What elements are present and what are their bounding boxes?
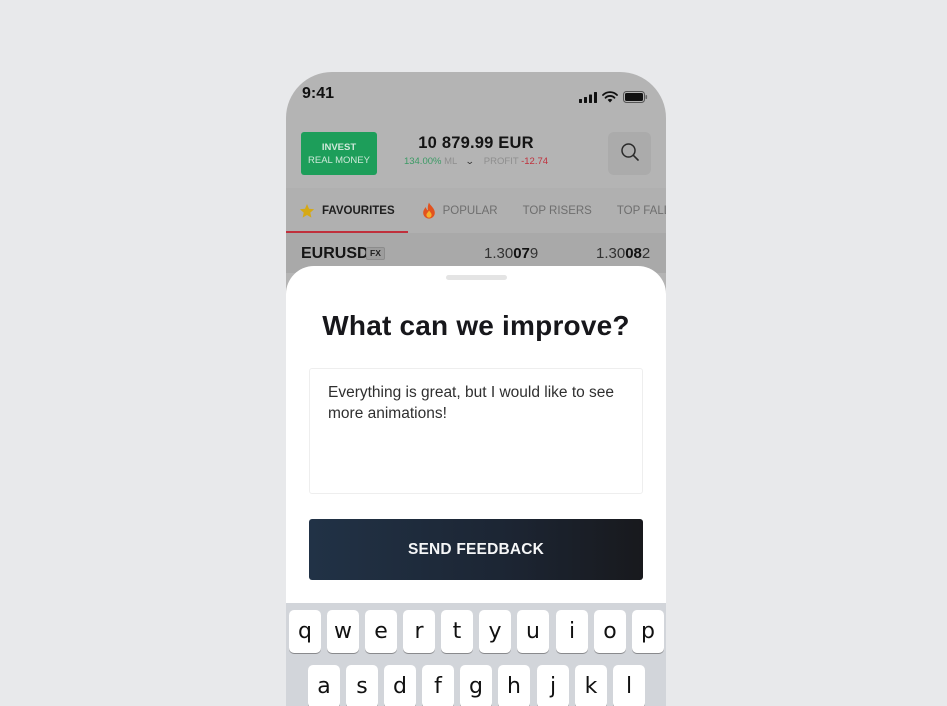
ask-price-pips: 08: [625, 245, 642, 262]
profit-value: -12.74: [521, 156, 549, 167]
instrument-type-badge: FX: [366, 247, 385, 260]
balance-details: 134.00% ML ⌄ PROFIT -12.74: [396, 156, 556, 167]
wifi-icon: [602, 88, 618, 107]
tab-top-risers[interactable]: TOP RISERS: [523, 188, 592, 233]
tab-label: POPULAR: [442, 204, 498, 217]
tab-favourites[interactable]: FAVOURITES: [286, 188, 408, 233]
chevron-down-icon[interactable]: ⌄: [464, 156, 474, 167]
bid-price-suffix: 9: [529, 245, 539, 262]
key-e[interactable]: e: [365, 610, 397, 653]
margin-level-label: ML: [444, 156, 457, 167]
key-j[interactable]: j: [537, 665, 569, 706]
cellular-signal-icon: [579, 88, 597, 107]
search-icon: [620, 142, 640, 166]
key-t[interactable]: t: [441, 610, 473, 653]
real-money-label: REAL MONEY: [308, 154, 370, 166]
status-icons: [579, 88, 648, 107]
category-tabs: FAVOURITES POPULAR TOP RISERS TOP FALLER…: [286, 188, 666, 233]
sheet-grabber-handle[interactable]: [446, 275, 507, 280]
key-l[interactable]: l: [613, 665, 645, 706]
status-bar: 9:41: [286, 72, 666, 118]
on-screen-keyboard: q w e r t y u i o p a s d f g h j k l: [286, 603, 666, 706]
invest-real-money-button[interactable]: INVEST REAL MONEY: [301, 132, 377, 175]
key-w[interactable]: w: [327, 610, 359, 653]
ask-price-suffix: 2: [641, 245, 651, 262]
bid-price-prefix: 1.30: [484, 245, 514, 262]
tab-label: TOP RISERS: [522, 204, 592, 217]
bid-price[interactable]: 1.30079: [484, 245, 538, 262]
key-u[interactable]: u: [517, 610, 549, 653]
fire-icon: [422, 202, 436, 219]
key-s[interactable]: s: [346, 665, 378, 706]
key-h[interactable]: h: [498, 665, 530, 706]
key-p[interactable]: p: [632, 610, 664, 653]
key-g[interactable]: g: [460, 665, 492, 706]
profit-label: PROFIT: [483, 156, 519, 167]
battery-icon: [623, 88, 648, 107]
key-q[interactable]: q: [289, 610, 321, 653]
key-a[interactable]: a: [308, 665, 340, 706]
status-time: 9:41: [302, 85, 335, 102]
star-icon: [299, 203, 315, 219]
key-o[interactable]: o: [594, 610, 626, 653]
keyboard-row-2: a s d f g h j k l: [286, 665, 666, 706]
tab-popular[interactable]: POPULAR: [422, 188, 498, 233]
invest-label: INVEST: [321, 141, 357, 153]
key-r[interactable]: r: [403, 610, 435, 653]
balance-amount: 10 879.99 EUR: [418, 134, 534, 152]
ask-price-prefix: 1.30: [596, 245, 626, 262]
account-balance[interactable]: 10 879.99 EUR 134.00% ML ⌄ PROFIT -12.74: [396, 134, 556, 167]
key-f[interactable]: f: [422, 665, 454, 706]
sheet-title: What can we improve?: [322, 310, 630, 341]
search-button[interactable]: [608, 132, 651, 175]
margin-level-value: 134.00%: [403, 156, 442, 167]
phone-screen: 9:41 INVEST REAL MONEY 10 879.99 EUR 134…: [286, 72, 666, 706]
key-k[interactable]: k: [575, 665, 607, 706]
send-feedback-button[interactable]: SEND FEEDBACK: [309, 519, 643, 580]
key-y[interactable]: y: [479, 610, 511, 653]
key-d[interactable]: d: [384, 665, 416, 706]
tab-top-fallers[interactable]: TOP FALLERS: [617, 188, 666, 233]
bid-price-pips: 07: [513, 245, 530, 262]
ask-price[interactable]: 1.30082: [596, 245, 650, 262]
keyboard-row-1: q w e r t y u i o p: [286, 610, 666, 654]
tab-label: TOP FALLERS: [616, 204, 666, 217]
tab-label: FAVOURITES: [322, 204, 395, 217]
feedback-input[interactable]: Everything is great, but I would like to…: [309, 368, 643, 494]
key-i[interactable]: i: [556, 610, 588, 653]
instrument-symbol: EURUSD: [301, 245, 369, 262]
